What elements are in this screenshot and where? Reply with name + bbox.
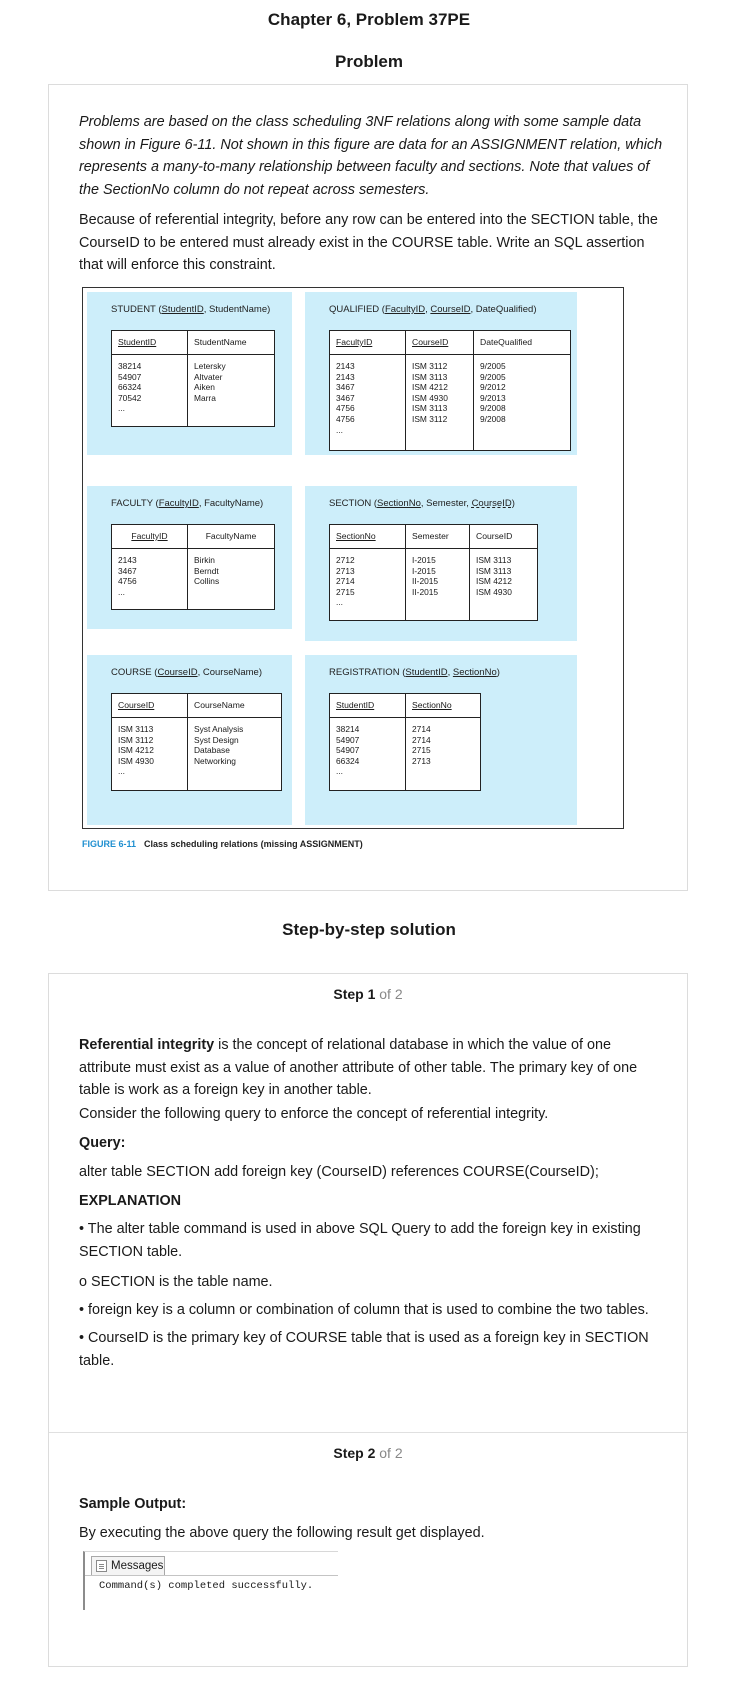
messages-tab-line — [85, 1575, 338, 1576]
step-2-header: Step 2 of 2 — [333, 1445, 403, 1461]
messages-tab-label: Messages — [111, 1560, 164, 1572]
table-column: ISM 3113 ISM 3113 ISM 4212 ISM 4930 — [476, 555, 512, 597]
step-1-definition: Referential integrity is the concept of … — [79, 1037, 638, 1098]
qualified-table: FacultyID 2143 2143 3467 3467 4756 4756 .… — [329, 330, 571, 451]
table-column: I-2015 I-2015 II-2015 II-2015 — [412, 555, 439, 597]
messages-output-panel: Messages Command(s) completed successful… — [83, 1551, 338, 1610]
problem-heading: Problem — [334, 52, 404, 71]
messages-icon — [96, 1560, 107, 1572]
figure-caption-text: Class scheduling relations (missing ASSI… — [144, 839, 363, 849]
section-table: SectionNo 2712 2713 2714 2715 ... Semeste… — [329, 524, 538, 621]
table-header: StudentID — [112, 331, 187, 355]
course-relation-title: COURSE (CourseID, CourseName) — [111, 667, 262, 678]
problem-card: Problems are based on the class scheduli… — [48, 84, 688, 891]
table-header: CourseID — [112, 694, 187, 718]
qualified-relation-title: QUALIFIED (FacultyID, CourseID, DateQual… — [329, 304, 537, 315]
table-column: 2714 2714 2715 2713 — [412, 724, 431, 766]
faculty-relation-title: FACULTY (FacultyID, FacultyName) — [111, 498, 264, 509]
table-column: Letersky Altvater Aiken Marra — [194, 361, 226, 403]
problem-question: Because of referential integrity, before… — [79, 212, 658, 273]
figure-caption-label: FIGURE 6-11 — [82, 839, 137, 849]
section-relation-title: SECTION (SectionNo, Semester, CourseID) — [329, 498, 515, 509]
table-header: StudentID — [330, 694, 405, 718]
explanation-bullet-1: • The alter table command is used in abo… — [79, 1221, 641, 1260]
table-header: FacultyID — [330, 331, 405, 355]
table-column: 38214 54907 66324 70542 ... — [118, 361, 142, 414]
explanation-label: EXPLANATION — [79, 1193, 182, 1209]
table-header: CourseName — [188, 694, 281, 718]
qualified-relation: QUALIFIED (FacultyID, CourseID, DateQual… — [305, 292, 577, 455]
course-relation: COURSE (CourseID, CourseName) CourseID IS… — [87, 655, 292, 825]
step-1-consider: Consider the following query to enforce … — [79, 1106, 549, 1122]
faculty-relation: FACULTY (FacultyID, FacultyName) Faculty… — [87, 486, 292, 629]
student-relation-title: STUDENT (StudentID, StudentName) — [111, 304, 271, 315]
registration-relation-title: REGISTRATION (StudentID, SectionNo) — [329, 667, 500, 678]
table-column: 2712 2713 2714 2715 ... — [336, 555, 355, 608]
referential-integrity-term: Referential integrity — [79, 1037, 215, 1053]
chapter-title: Chapter 6, Problem 37PE — [267, 10, 471, 29]
table-header: SectionNo — [330, 525, 405, 549]
table-column: 2143 3467 4756 ... — [118, 555, 137, 597]
explanation-bullet-3: • foreign key is a column or combination… — [79, 1302, 649, 1318]
step-divider — [49, 1432, 687, 1433]
figure-caption: FIGURE 6-11 Class scheduling relations (m… — [82, 839, 363, 849]
table-header: Semester — [406, 525, 469, 549]
table-header: CourseID — [406, 331, 473, 355]
sql-query: alter table SECTION add foreign key (Cou… — [79, 1164, 599, 1180]
explanation-bullet-2: o SECTION is the table name. — [79, 1274, 273, 1290]
table-column: 2143 2143 3467 3467 4756 4756 ... — [336, 361, 355, 435]
student-table: StudentID 38214 54907 66324 70542 ... Stu… — [111, 330, 275, 427]
step-1-header: Step 1 of 2 — [333, 986, 403, 1002]
messages-tab[interactable]: Messages — [91, 1556, 165, 1575]
section-relation: SECTION (SectionNo, Semester, CourseID) … — [305, 486, 577, 641]
table-column: 38214 54907 54907 66324 ... — [336, 724, 360, 777]
messages-output-text: Command(s) completed successfully. — [99, 1580, 314, 1592]
query-label: Query: — [79, 1135, 126, 1151]
registration-relation: REGISTRATION (StudentID, SectionNo) Stud… — [305, 655, 577, 825]
explanation-bullet-4: • CourseID is the primary key of COURSE … — [79, 1330, 649, 1369]
step-2-text: By executing the above query the followi… — [79, 1525, 485, 1541]
course-table: CourseID ISM 3113 ISM 3112 ISM 4212 ISM 4… — [111, 693, 282, 791]
solution-heading: Step-by-step solution — [282, 920, 456, 939]
table-header: FacultyID — [112, 525, 187, 549]
table-column: ISM 3113 ISM 3112 ISM 4212 ISM 4930 ... — [118, 724, 154, 777]
student-relation: STUDENT (StudentID, StudentName) Student… — [87, 292, 292, 455]
table-header: StudentName — [188, 331, 274, 355]
table-header: FacultyName — [188, 525, 274, 549]
table-column: Birkin Berndt Collins — [194, 555, 220, 587]
table-header: DateQualified — [474, 331, 570, 355]
figure-6-11: STUDENT (StudentID, StudentName) Student… — [82, 287, 624, 829]
registration-table: StudentID 38214 54907 54907 66324 ... Sec… — [329, 693, 481, 791]
table-header: CourseID — [470, 525, 537, 549]
table-header: SectionNo — [406, 694, 480, 718]
solution-card: Step 1 of 2 Referential integrity is the… — [48, 973, 688, 1667]
table-column: ISM 3112 ISM 3113 ISM 4212 ISM 4930 ISM … — [412, 361, 448, 424]
faculty-table: FacultyID 2143 3467 4756 ... FacultyName B… — [111, 524, 275, 610]
table-column: 9/2005 9/2005 9/2012 9/2013 9/2008 9/200… — [480, 361, 506, 424]
table-column: Syst Analysis Syst Design Database Netwo… — [194, 724, 244, 766]
sample-output-label: Sample Output: — [79, 1496, 187, 1512]
problem-intro: Problems are based on the class scheduli… — [79, 114, 663, 198]
